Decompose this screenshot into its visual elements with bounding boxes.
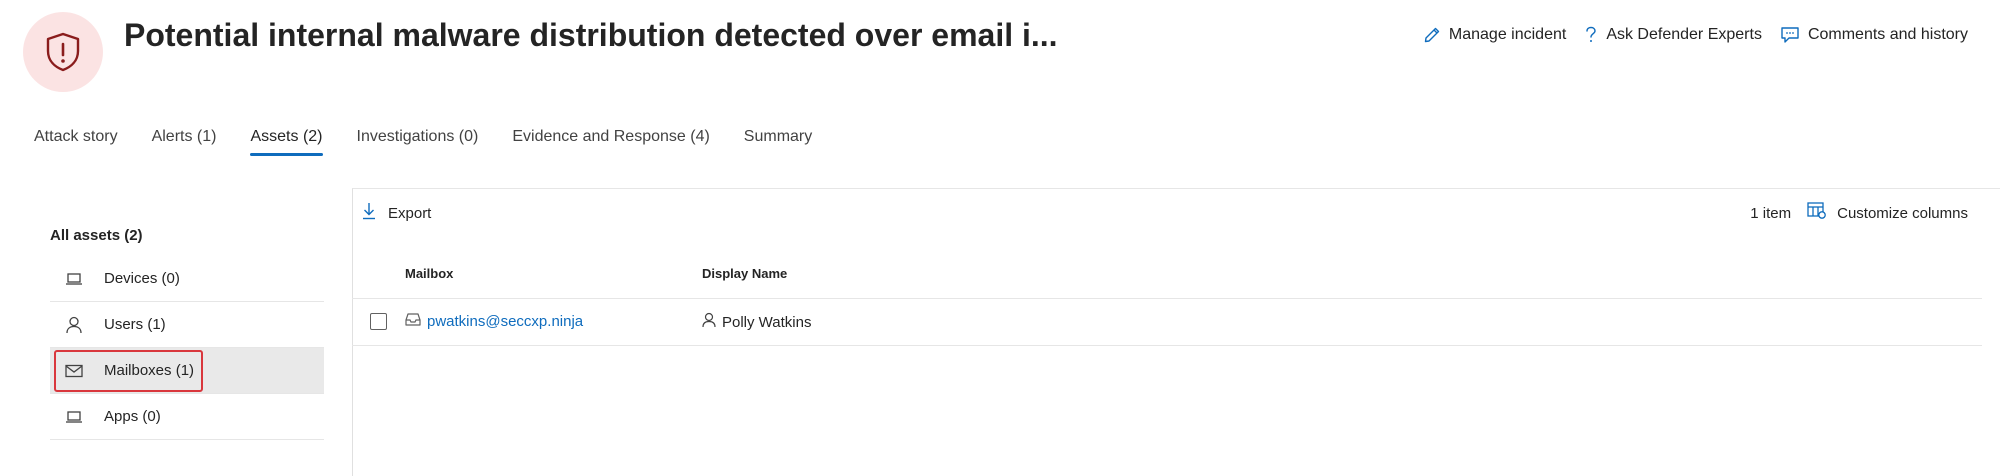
person-icon [64,316,84,334]
customize-columns-button[interactable]: Customize columns [1807,202,1968,224]
table-toolbar-right: 1 item Customize columns [1750,202,1968,224]
comment-icon [1780,26,1800,44]
all-assets-heading: All assets (2) [50,227,143,244]
sidebar-item-devices[interactable]: Devices (0) [50,256,324,302]
question-icon [1584,26,1598,44]
tab-attack-story[interactable]: Attack story [34,128,118,156]
sidebar-item-label: Devices (0) [104,270,180,287]
customize-columns-label: Customize columns [1837,204,1968,222]
manage-incident-label: Manage incident [1448,26,1567,43]
asset-category-list: Devices (0) Users (1) Mailboxes (1) Apps… [50,256,324,440]
export-label: Export [388,204,432,222]
tab-assets[interactable]: Assets (2) [250,128,323,156]
person-icon [702,312,716,332]
column-header-mailbox[interactable]: Mailbox [405,266,453,281]
sidebar-item-label: Mailboxes (1) [104,362,195,379]
ask-defender-experts-button[interactable]: Ask Defender Experts [1584,26,1762,44]
column-header-display-name[interactable]: Display Name [702,266,787,281]
download-icon [362,202,376,224]
mail-icon [64,364,84,378]
ask-defender-experts-label: Ask Defender Experts [1606,26,1762,43]
laptop-icon [64,272,84,286]
tab-summary[interactable]: Summary [744,128,812,156]
table-row-mailbox-link[interactable]: pwatkins@seccxp.ninja [405,312,583,330]
sidebar-item-label: Users (1) [104,316,166,333]
customize-columns-icon [1807,202,1827,224]
row-select-checkbox[interactable] [370,313,387,330]
table-row-divider [352,345,1982,346]
comments-history-button[interactable]: Comments and history [1780,26,1968,44]
table-header-divider [352,298,1982,299]
laptop-icon [64,410,84,424]
mailbox-icon [405,312,421,330]
item-count: 1 item [1750,204,1792,222]
tab-alerts[interactable]: Alerts (1) [152,128,217,156]
assets-table-panel [352,188,2000,476]
pencil-icon [1423,26,1441,44]
sidebar-item-label: Apps (0) [104,408,161,425]
display-name-text: Polly Watkins [722,313,812,331]
export-button[interactable]: Export [362,202,431,224]
sidebar-item-users[interactable]: Users (1) [50,302,324,348]
tab-bar: Attack story Alerts (1) Assets (2) Inves… [34,128,812,156]
page-title: Potential internal malware distribution … [124,17,1058,53]
sidebar-item-apps[interactable]: Apps (0) [50,394,324,440]
incident-severity-icon [23,12,103,92]
tab-investigations[interactable]: Investigations (0) [357,128,479,156]
manage-incident-button[interactable]: Manage incident [1423,26,1566,44]
tab-evidence-response[interactable]: Evidence and Response (4) [512,128,709,156]
header-actions: Manage incident Ask Defender Experts Com… [1423,26,1968,44]
table-row-display-name: Polly Watkins [702,312,811,332]
comments-history-label: Comments and history [1807,26,1968,43]
mailbox-address: pwatkins@seccxp.ninja [427,312,584,330]
sidebar-item-mailboxes[interactable]: Mailboxes (1) [50,348,324,394]
